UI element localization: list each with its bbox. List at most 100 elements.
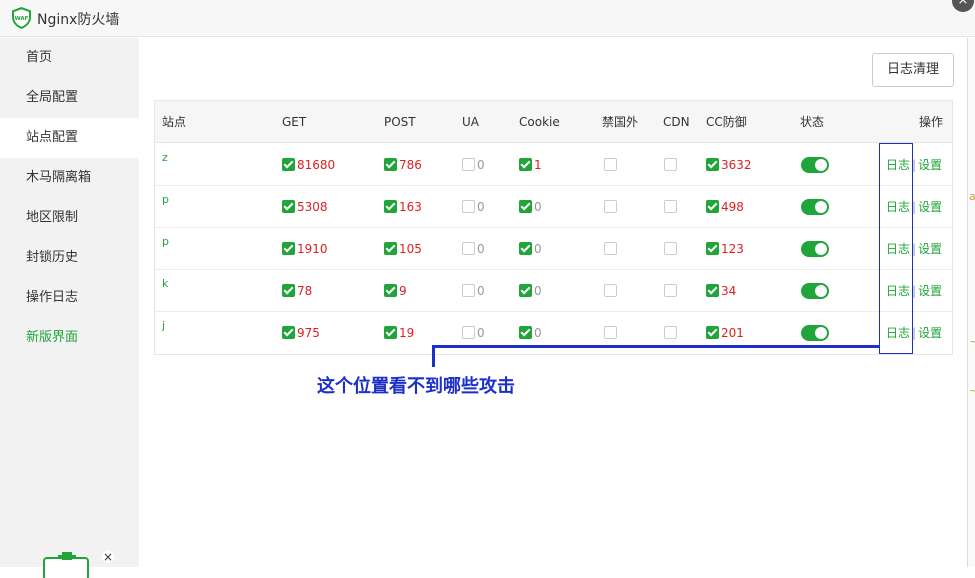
get-checkbox[interactable] (282, 326, 295, 339)
status-toggle[interactable] (801, 283, 829, 299)
cookie-cell: 0 (519, 186, 542, 228)
site-name[interactable]: z (162, 137, 168, 179)
cookie-checkbox[interactable] (519, 284, 532, 297)
sidebar-item-operation-log[interactable]: 操作日志 (0, 278, 139, 318)
floating-widget-close-icon[interactable]: × (102, 551, 114, 563)
site-name[interactable]: p (162, 179, 169, 221)
sidebar: 首页 全局配置 站点配置 木马隔离箱 地区限制 封锁历史 操作日志 新版界面 (0, 38, 139, 567)
cookie-cell: 0 (519, 270, 542, 312)
settings-link[interactable]: 设置 (918, 284, 942, 298)
cdn-checkbox[interactable] (664, 326, 677, 339)
site-name[interactable]: p (162, 221, 169, 263)
ua-checkbox[interactable] (462, 200, 475, 213)
block-foreign-checkbox[interactable] (604, 200, 617, 213)
background-edge-glyph: ~ (969, 335, 975, 348)
get-cell: 1910 (282, 228, 328, 270)
block-foreign-checkbox[interactable] (604, 284, 617, 297)
block-foreign-checkbox[interactable] (604, 242, 617, 255)
sidebar-item-site-config[interactable]: 站点配置 (0, 118, 139, 158)
get-checkbox[interactable] (282, 158, 295, 171)
cc-cell: 34 (706, 270, 736, 312)
post-cell: 105 (384, 228, 422, 270)
get-cell: 81680 (282, 144, 335, 186)
table-row: p 1910 105 0 0 123 日志 | 设置 (155, 228, 952, 270)
post-checkbox[interactable] (384, 242, 397, 255)
main-panel: 日志清理 站点 GET POST UA Cookie 禁国外 CDN CC防御 … (139, 38, 975, 567)
sidebar-item-block-history[interactable]: 封锁历史 (0, 238, 139, 278)
status-toggle[interactable] (801, 241, 829, 257)
background-window-edge (967, 38, 975, 567)
annotation-highlight-box (879, 143, 913, 354)
post-cell: 163 (384, 186, 422, 228)
status-toggle[interactable] (801, 199, 829, 215)
header-block-foreign: 禁国外 (602, 115, 639, 129)
sidebar-item-home[interactable]: 首页 (0, 38, 139, 78)
get-cell: 78 (282, 270, 312, 312)
close-window-button[interactable]: × (952, 0, 974, 12)
cdn-cell (664, 144, 679, 186)
cc-checkbox[interactable] (706, 158, 719, 171)
cdn-checkbox[interactable] (664, 200, 677, 213)
block-foreign-cell (604, 270, 619, 312)
post-cell: 786 (384, 144, 422, 186)
cc-checkbox[interactable] (706, 200, 719, 213)
post-checkbox[interactable] (384, 284, 397, 297)
ua-checkbox[interactable] (462, 158, 475, 171)
title-bar: WAF Nginx防火墙 × (0, 0, 975, 37)
site-name[interactable]: j (162, 305, 165, 347)
sidebar-item-new-ui[interactable]: 新版界面 (0, 318, 139, 358)
settings-link[interactable]: 设置 (918, 242, 942, 256)
table-row: k 78 9 0 0 34 日志 | 设置 (155, 270, 952, 312)
get-checkbox[interactable] (282, 242, 295, 255)
background-edge-glyph: ~ (969, 384, 975, 397)
cdn-checkbox[interactable] (664, 284, 677, 297)
status-toggle[interactable] (801, 157, 829, 173)
block-foreign-cell (604, 228, 619, 270)
status-toggle[interactable] (801, 325, 829, 341)
cdn-checkbox[interactable] (664, 242, 677, 255)
ua-cell: 0 (462, 270, 485, 312)
sidebar-item-trojan-quarantine[interactable]: 木马隔离箱 (0, 158, 139, 198)
window-title: Nginx防火墙 (37, 12, 120, 28)
ua-checkbox[interactable] (462, 242, 475, 255)
ua-checkbox[interactable] (462, 284, 475, 297)
ua-checkbox[interactable] (462, 326, 475, 339)
post-checkbox[interactable] (384, 158, 397, 171)
cookie-checkbox[interactable] (519, 242, 532, 255)
get-checkbox[interactable] (282, 200, 295, 213)
post-checkbox[interactable] (384, 200, 397, 213)
table-row: z 81680 786 0 1 3632 日志 | 设置 (155, 144, 952, 186)
cc-checkbox[interactable] (706, 284, 719, 297)
floating-widget-icon[interactable] (42, 548, 104, 578)
header-cdn: CDN (663, 115, 690, 129)
settings-link[interactable]: 设置 (918, 200, 942, 214)
cookie-checkbox[interactable] (519, 200, 532, 213)
site-name[interactable]: k (162, 263, 168, 305)
cc-checkbox[interactable] (706, 326, 719, 339)
block-foreign-checkbox[interactable] (604, 326, 617, 339)
header-ua: UA (462, 115, 479, 129)
site-table: 站点 GET POST UA Cookie 禁国外 CDN CC防御 状态 操作… (154, 100, 953, 355)
get-cell: 975 (282, 312, 320, 354)
sidebar-item-region-limit[interactable]: 地区限制 (0, 198, 139, 238)
settings-link[interactable]: 设置 (918, 326, 942, 340)
cookie-checkbox[interactable] (519, 326, 532, 339)
svg-text:WAF: WAF (15, 16, 29, 22)
annotation-note: 这个位置看不到哪些攻击 (317, 376, 515, 397)
get-checkbox[interactable] (282, 284, 295, 297)
post-cell: 19 (384, 312, 414, 354)
block-foreign-checkbox[interactable] (604, 158, 617, 171)
sidebar-item-global-config[interactable]: 全局配置 (0, 78, 139, 118)
cookie-checkbox[interactable] (519, 158, 532, 171)
post-checkbox[interactable] (384, 326, 397, 339)
header-operation: 操作 (919, 115, 944, 129)
clear-log-button[interactable]: 日志清理 (872, 53, 954, 87)
cc-cell: 123 (706, 228, 744, 270)
cc-checkbox[interactable] (706, 242, 719, 255)
ua-cell: 0 (462, 186, 485, 228)
waf-window: WAF Nginx防火墙 × 首页 全局配置 站点配置 木马隔离箱 地区限制 封… (0, 0, 975, 578)
settings-link[interactable]: 设置 (918, 158, 942, 172)
cdn-checkbox[interactable] (664, 158, 677, 171)
annotation-pointer-line (433, 345, 879, 348)
ua-cell: 0 (462, 228, 485, 270)
